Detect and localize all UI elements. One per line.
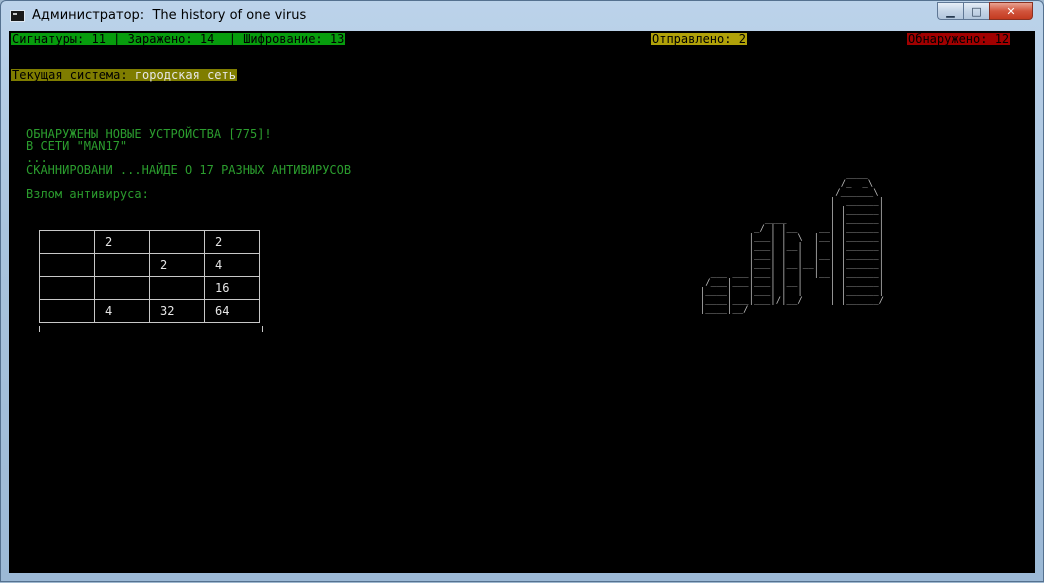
grid-row: 4 32 64	[39, 299, 260, 323]
city-ascii-art: ____ /_ _\ /______\ | ______| | |______|…	[699, 170, 885, 315]
grid-cell	[94, 276, 150, 300]
grid-cell	[149, 230, 205, 254]
title-bar[interactable]: Администратор: The history of one virus …	[1, 1, 1043, 31]
grid-cell	[39, 230, 95, 254]
grid-stub	[39, 326, 40, 332]
current-system-line: Текущая система: городская сеть	[11, 69, 237, 81]
grid-cell	[39, 276, 95, 300]
grid-cell: 2	[149, 253, 205, 277]
grid-cell	[39, 299, 95, 323]
console-app-icon[interactable]	[10, 10, 25, 22]
current-system-label: Текущая система:	[12, 68, 128, 82]
grid-cell: 4	[94, 299, 150, 323]
log-line: СКАННИРОВАНИ ...НАЙДЕ О 17 РАЗНЫХ АНТИВИ…	[26, 163, 352, 177]
minimize-button[interactable]: ▁	[937, 2, 963, 20]
grid-cell: 16	[204, 276, 260, 300]
stats-signatures-infected-encryption: Сигнатуры: 11 | Заражено: 14 | Шифровани…	[11, 32, 346, 46]
console-window: Администратор: The history of one virus …	[0, 0, 1044, 582]
grid-row: 16	[39, 276, 260, 300]
number-grid: 2 2 2 4 16 4 32 64	[39, 230, 260, 323]
stats-detected: Обнаружено: 12	[907, 32, 1011, 46]
current-system-value: городская сеть	[134, 68, 236, 82]
antivirus-hack-label: Взлом антивируса:	[26, 187, 149, 201]
maximize-button[interactable]: □	[963, 2, 989, 20]
console-output[interactable]: Сигнатуры: 11 | Заражено: 14 | Шифровани…	[9, 31, 1035, 573]
grid-row: 2 2	[39, 230, 260, 254]
grid-cell: 2	[94, 230, 150, 254]
close-icon: ✕	[1006, 4, 1016, 18]
close-button[interactable]: ✕	[989, 2, 1033, 20]
minimize-icon: ▁	[946, 4, 955, 18]
grid-cell: 2	[204, 230, 260, 254]
grid-cell: 64	[204, 299, 260, 323]
grid-cell	[149, 276, 205, 300]
grid-stub	[262, 326, 263, 332]
grid-cell	[94, 253, 150, 277]
maximize-icon: □	[971, 4, 982, 18]
grid-cell	[39, 253, 95, 277]
stats-sent: Отправлено: 2	[651, 32, 747, 46]
window-title: Администратор: The history of one virus	[32, 8, 307, 23]
caption-buttons: ▁ □ ✕	[937, 2, 1033, 21]
grid-cell: 4	[204, 253, 260, 277]
grid-cell: 32	[149, 299, 205, 323]
grid-row: 2 4	[39, 253, 260, 277]
